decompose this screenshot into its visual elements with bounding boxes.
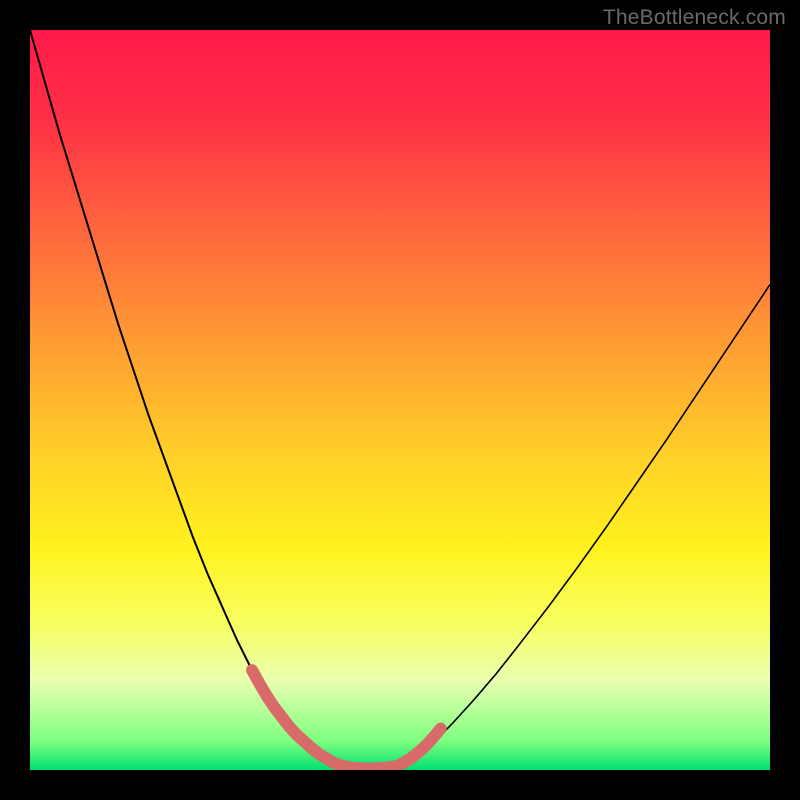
watermark-text: TheBottleneck.com xyxy=(603,6,786,30)
chart-background xyxy=(30,30,770,770)
series-bottom-highlight xyxy=(341,766,397,769)
chart-svg xyxy=(30,30,770,770)
chart-plot-area xyxy=(30,30,770,770)
